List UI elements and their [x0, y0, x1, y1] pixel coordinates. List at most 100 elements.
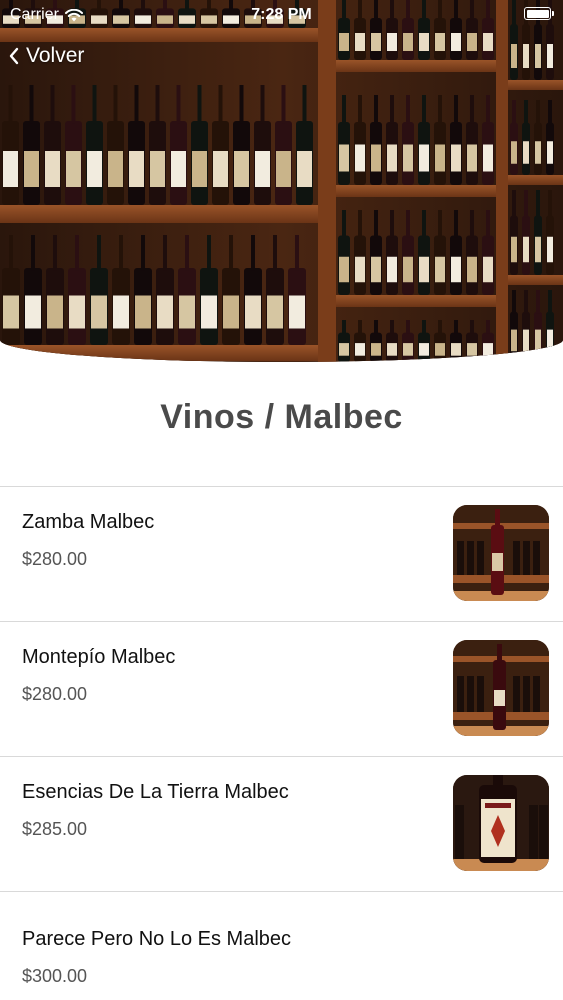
- bottle-label-shape: [467, 33, 477, 51]
- bottle-label-shape: [419, 144, 429, 172]
- product-list: Zamba Malbec $280.00 Montepío Malbec $28…: [0, 486, 563, 1000]
- bottle-label-shape: [245, 295, 261, 329]
- bottle-neck-shape: [486, 210, 490, 238]
- bottle-label-shape: [547, 236, 553, 263]
- bottle-label-shape: [150, 151, 165, 187]
- bottle-label-shape: [523, 236, 529, 263]
- bottle-label-shape: [66, 151, 81, 187]
- bottle-label-shape: [483, 256, 493, 283]
- bottle-label-shape: [435, 343, 445, 356]
- bottle-neck-shape: [512, 100, 516, 124]
- bottle-label-shape: [255, 151, 270, 187]
- bottle-label-shape: [339, 343, 349, 356]
- bottle-label-shape: [451, 343, 461, 356]
- bottle-neck-shape: [97, 235, 101, 271]
- list-item[interactable]: Zamba Malbec $280.00: [0, 486, 563, 621]
- bottle-neck-shape: [406, 320, 410, 334]
- bottle-neck-shape: [536, 190, 540, 218]
- bottle-label-shape: [523, 141, 529, 164]
- bottle-neck-shape: [358, 210, 362, 238]
- bottle-label-shape: [179, 295, 195, 329]
- bottle-label-shape: [108, 151, 123, 187]
- bottle-neck-shape: [470, 320, 474, 334]
- list-item[interactable]: Parece Pero No Lo Es Malbec $300.00: [0, 891, 563, 1000]
- bottle-neck-shape: [406, 95, 410, 124]
- bottle-label-shape: [467, 256, 477, 283]
- wine-shelf-illustration: [0, 0, 563, 362]
- bottle-neck-shape: [374, 95, 378, 124]
- bottle-neck-shape: [53, 235, 57, 271]
- product-thumbnail: [453, 775, 549, 871]
- bottle-neck-shape: [29, 85, 34, 124]
- bottle-label-shape: [47, 295, 63, 329]
- bottle-neck-shape: [390, 95, 394, 124]
- bottle-label-shape: [45, 151, 60, 187]
- product-name: Esencias De La Tierra Malbec: [22, 781, 289, 803]
- bottle-neck-shape: [548, 100, 552, 124]
- bottle-neck-shape: [512, 190, 516, 218]
- bottle-label-shape: [201, 295, 217, 329]
- bottle-label-shape: [523, 44, 529, 68]
- bottle-neck-shape: [438, 95, 442, 124]
- bottle-label-shape: [339, 256, 349, 283]
- list-item[interactable]: Montepío Malbec $280.00: [0, 621, 563, 756]
- bottle-label-shape: [419, 33, 429, 51]
- product-thumbnail: [453, 640, 549, 736]
- bottle-label-shape: [234, 151, 249, 187]
- bottle-neck-shape: [141, 235, 145, 271]
- bottle-label-shape: [467, 343, 477, 356]
- bottle-label-shape: [157, 295, 173, 329]
- bottle-label-shape: [419, 343, 429, 356]
- wine-bottle-image: [453, 775, 549, 871]
- bottle-label-shape: [547, 141, 553, 164]
- bottle-label-shape: [129, 151, 144, 187]
- bottle-label-shape: [403, 144, 413, 172]
- bottle-label-shape: [371, 256, 381, 283]
- bottle-label-shape: [511, 44, 517, 68]
- bottle-label-shape: [451, 256, 461, 283]
- bottle-label-shape: [435, 256, 445, 283]
- bottle-neck-shape: [260, 85, 265, 124]
- list-item[interactable]: Esencias De La Tierra Malbec $285.00: [0, 756, 563, 891]
- product-price: $285.00: [22, 819, 88, 839]
- bottle-label-shape: [403, 343, 413, 356]
- chevron-left-icon: [9, 47, 19, 65]
- bottle-neck-shape: [422, 210, 426, 238]
- bottle-label-shape: [355, 343, 365, 356]
- bottle-label-shape: [523, 329, 529, 352]
- bottle-neck-shape: [524, 100, 528, 124]
- bottle-neck-shape: [548, 290, 552, 314]
- bottle-label-shape: [213, 151, 228, 187]
- bottle-label-shape: [135, 295, 151, 329]
- bottle-label-shape: [535, 236, 541, 263]
- back-button[interactable]: Volver: [8, 44, 84, 68]
- bottle-neck-shape: [239, 85, 244, 124]
- product-price: $280.00: [22, 549, 88, 569]
- battery-icon: [524, 7, 554, 20]
- bottle-label-shape: [387, 144, 397, 172]
- bottle-neck-shape: [374, 320, 378, 334]
- bottle-label-shape: [535, 141, 541, 164]
- bottle-neck-shape: [390, 210, 394, 238]
- bottle-label-shape: [371, 144, 381, 172]
- bottle-label-shape: [276, 151, 291, 187]
- bottle-neck-shape: [207, 235, 211, 271]
- bottle-neck-shape: [486, 95, 490, 124]
- bottle-label-shape: [387, 343, 397, 356]
- bottle-neck-shape: [454, 320, 458, 334]
- bottle-neck-shape: [163, 235, 167, 271]
- bottle-label-shape: [451, 144, 461, 172]
- bottle-neck-shape: [548, 190, 552, 218]
- bottle-label-shape: [451, 33, 461, 51]
- bottle-neck-shape: [197, 85, 202, 124]
- bottle-neck-shape: [406, 210, 410, 238]
- bottle-label-shape: [403, 33, 413, 51]
- bottle-label-shape: [192, 151, 207, 187]
- bottle-label-shape: [403, 256, 413, 283]
- bottle-label-shape: [267, 295, 283, 329]
- bottle-label-shape: [419, 256, 429, 283]
- bottle-neck-shape: [92, 85, 97, 124]
- bottle-neck-shape: [134, 85, 139, 124]
- bottle-label-shape: [297, 151, 312, 187]
- status-bar: Carrier 7:28 PM: [0, 0, 563, 30]
